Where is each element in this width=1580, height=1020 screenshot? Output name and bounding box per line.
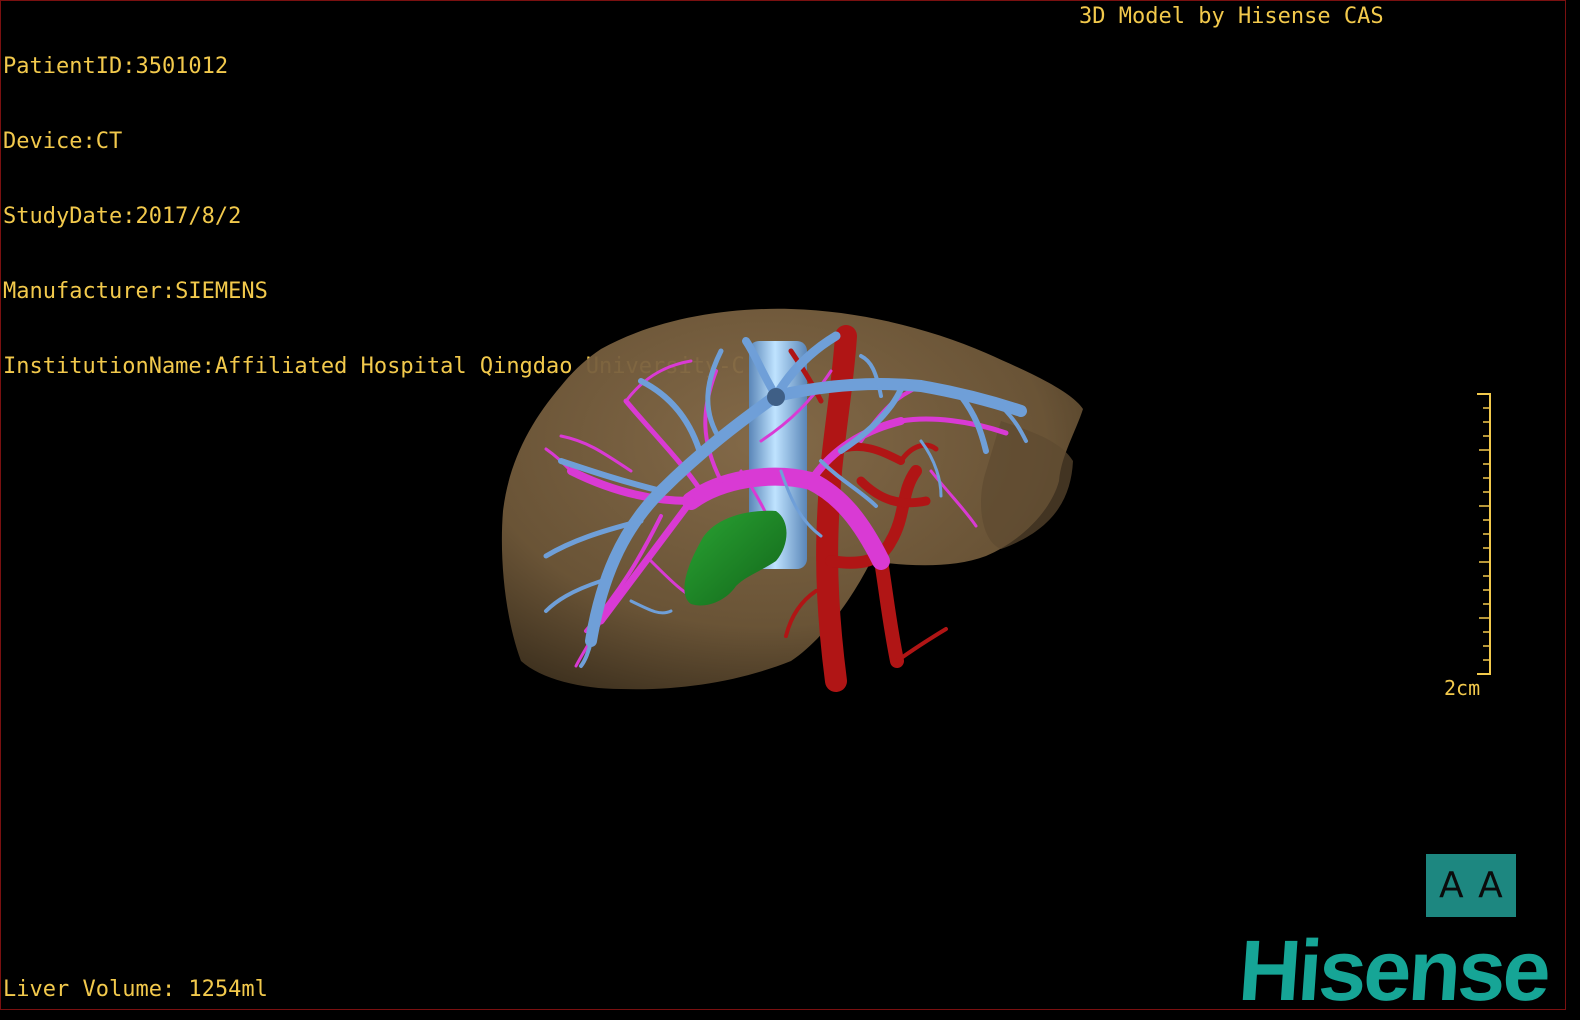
hisense-logo: Hisense [1235,923,1552,1010]
vein-confluence [767,388,785,406]
liver-volume-text: Liver Volume: 1254ml [3,977,268,1002]
scale-bar [1477,393,1491,675]
orientation-cube[interactable]: A A [1426,854,1516,917]
orientation-right-letter: A [1478,865,1503,906]
liver-3d-model[interactable] [1,1,1566,1010]
3d-viewport[interactable]: PatientID:3501012 Device:CT StudyDate:20… [0,0,1566,1010]
orientation-left-letter: A [1439,865,1464,906]
scale-label: 2cm [1444,676,1481,700]
